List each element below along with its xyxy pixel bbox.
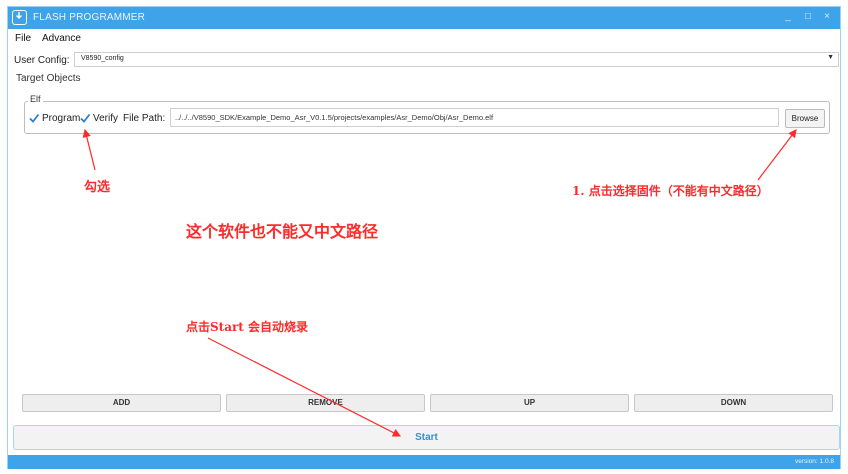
arrow-to-start (207, 337, 402, 437)
arrow-to-browse (757, 129, 797, 181)
arrow-to-checkboxes (82, 128, 96, 171)
annotation-arrows (82, 128, 797, 437)
